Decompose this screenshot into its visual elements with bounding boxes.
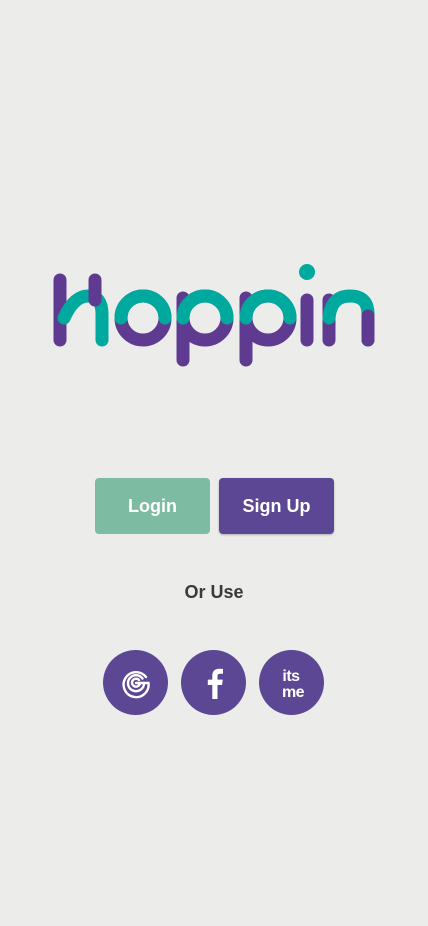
itsme-icon: its me <box>281 668 304 701</box>
google-login-button[interactable] <box>103 650 168 715</box>
itsme-icon-text-bottom: me <box>281 684 304 701</box>
sign-up-button[interactable]: Sign Up <box>219 478 334 534</box>
facebook-icon <box>207 668 223 699</box>
facebook-login-button[interactable] <box>181 650 246 715</box>
itsme-login-button[interactable]: its me <box>259 650 324 715</box>
login-button[interactable]: Login <box>95 478 210 534</box>
google-icon <box>121 670 150 698</box>
itsme-icon-text-top: its <box>282 668 300 685</box>
or-use-label: Or Use <box>184 582 244 602</box>
hoppin-logo <box>53 264 375 367</box>
